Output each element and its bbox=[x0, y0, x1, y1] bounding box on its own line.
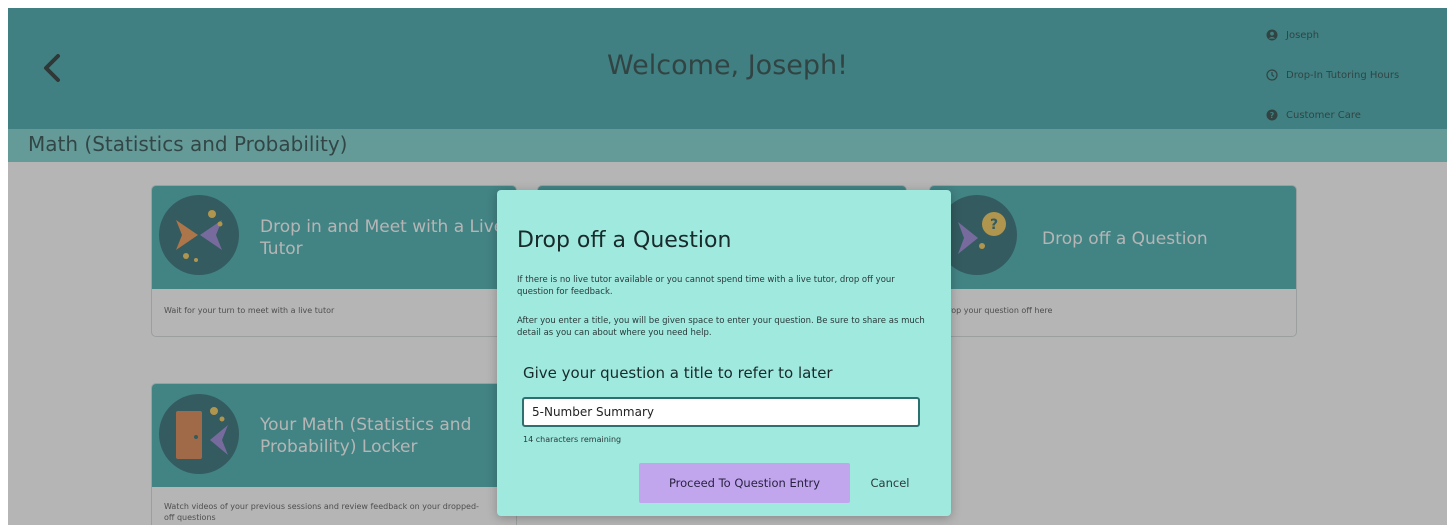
dialog-paragraph-1: If there is no live tutor available or y… bbox=[517, 275, 895, 297]
drop-off-question-dialog: Drop off a Question If there is no live … bbox=[497, 190, 951, 516]
page: Welcome, Joseph! Joseph Drop-In Tutoring… bbox=[8, 8, 1447, 525]
dialog-paragraph-2: After you enter a title, you will be giv… bbox=[517, 316, 925, 338]
question-title-input[interactable] bbox=[522, 397, 920, 427]
proceed-to-question-entry-button[interactable]: Proceed To Question Entry bbox=[639, 463, 850, 503]
question-title-label: Give your question a title to refer to l… bbox=[523, 364, 833, 382]
dialog-title: Drop off a Question bbox=[517, 228, 732, 253]
cancel-button[interactable]: Cancel bbox=[859, 463, 921, 503]
characters-remaining: 14 characters remaining bbox=[523, 435, 622, 444]
